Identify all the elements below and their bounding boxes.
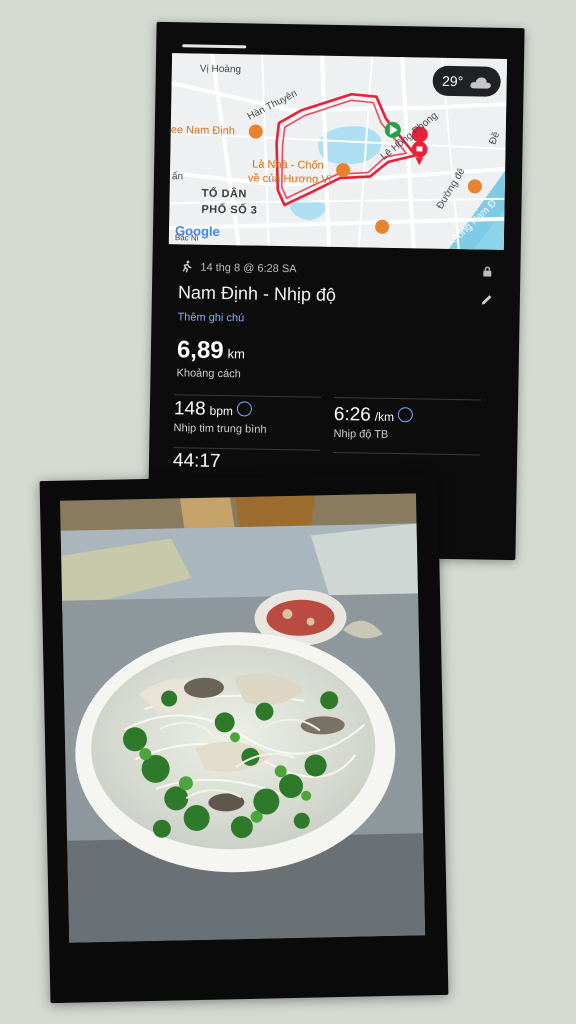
pace-value: 6:26 xyxy=(333,403,372,426)
running-icon xyxy=(180,260,192,275)
pace-unit: /km xyxy=(374,409,395,425)
pho-bowl-illustration xyxy=(59,493,426,943)
status-indicator-bar xyxy=(182,44,247,49)
food-photo-card xyxy=(39,472,449,1004)
divider xyxy=(174,394,322,398)
pho-bowl-photo xyxy=(59,493,426,943)
distance-value: 6,89 xyxy=(176,336,224,365)
pace-stat: 6:26 /km xyxy=(334,404,414,427)
distance-unit: km xyxy=(227,346,246,362)
google-logo-text: Google xyxy=(174,223,220,239)
duration-value: 44:17 xyxy=(172,450,221,473)
divider xyxy=(333,451,481,456)
map-label-street: ấn xyxy=(171,171,184,183)
heart-rate-stat: 148 bpm xyxy=(173,398,253,421)
map-label-district: TỔ DÂN xyxy=(201,187,247,201)
heart-rate-info-icon[interactable] xyxy=(236,401,253,417)
activity-title: Nam Định - Nhịp độ xyxy=(177,282,337,305)
heart-rate-label: Nhịp tim trung bình xyxy=(173,422,267,436)
map-label-poi: về của Hương Vị xyxy=(247,172,332,186)
map-label-poi: ee Nam Định xyxy=(170,124,236,138)
pace-label: Nhịp độ TB xyxy=(333,427,389,441)
map-label-district: PHỐ SỐ 3 xyxy=(201,203,258,217)
distance-label: Khoảng cách xyxy=(176,367,241,381)
weather-badge: 29° xyxy=(432,65,501,97)
add-note-link[interactable]: Thêm ghi chú xyxy=(177,311,244,324)
activity-meta: 14 thg 8 @ 6:28 SA xyxy=(180,258,492,281)
pencil-icon[interactable] xyxy=(480,293,494,312)
map-label-poi: Là Nhà - Chốn xyxy=(252,158,324,172)
lock-icon xyxy=(482,266,492,280)
cloud-icon xyxy=(469,75,491,89)
distance-stat: 6,89 km xyxy=(177,336,246,365)
map-label-street: Vị Hoàng xyxy=(199,63,242,76)
route-map[interactable]: Vị Hoàng Hàn Thuyên ee Nam Định Là Nhà -… xyxy=(168,53,508,250)
heart-rate-unit: bpm xyxy=(209,403,234,419)
google-logo: Google xyxy=(175,223,220,239)
activity-datetime: 14 thg 8 @ 6:28 SA xyxy=(200,261,297,276)
temperature-value: 29° xyxy=(441,72,464,90)
divider xyxy=(334,396,482,401)
heart-rate-value: 148 xyxy=(173,398,206,420)
pace-info-icon[interactable] xyxy=(398,407,414,423)
